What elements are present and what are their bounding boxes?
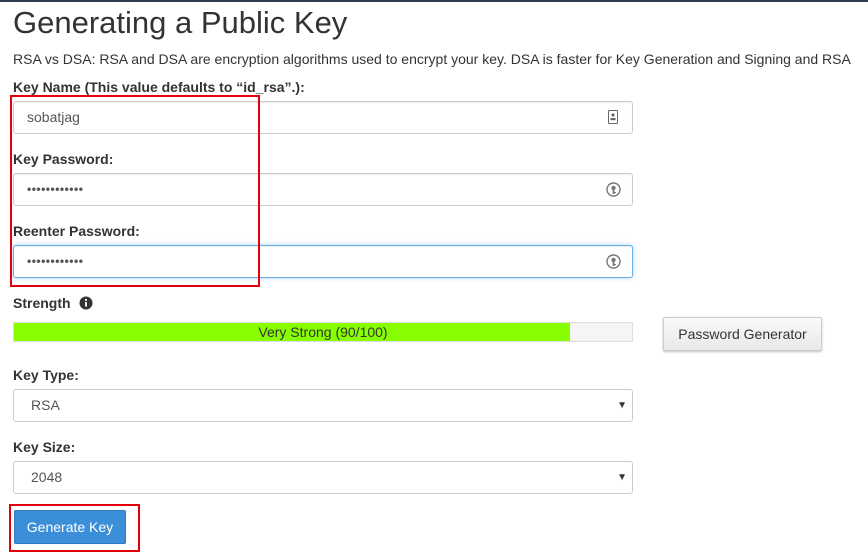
reenter-password-label: Reenter Password: (13, 223, 140, 239)
key-size-label: Key Size: (13, 439, 76, 455)
password-generator-button[interactable]: Password Generator (663, 317, 822, 351)
strength-label: Strength (13, 295, 71, 311)
strength-meter: Very Strong (90/100) (13, 322, 633, 342)
generate-public-key-page: Generating a Public Key RSA vs DSA: RSA … (0, 0, 868, 558)
info-circle-icon[interactable] (79, 296, 93, 314)
key-reveal-icon[interactable] (606, 254, 621, 269)
generate-key-button[interactable]: Generate Key (14, 510, 126, 544)
chevron-down-icon: ▼ (617, 472, 627, 483)
key-name-value: sobatjag (27, 109, 80, 125)
reenter-password-input[interactable]: •••••••••••• (13, 245, 633, 278)
chevron-down-icon: ▼ (617, 400, 627, 411)
key-name-input[interactable]: sobatjag (13, 101, 633, 134)
strength-meter-text: Very Strong (90/100) (258, 324, 388, 340)
key-type-select[interactable]: RSA ▼ (13, 389, 633, 422)
reenter-password-value: •••••••••••• (27, 254, 84, 268)
key-type-selected: RSA (31, 397, 60, 413)
top-border (0, 0, 868, 2)
key-type-label: Key Type: (13, 367, 79, 383)
key-reveal-icon[interactable] (606, 182, 621, 197)
key-password-label: Key Password: (13, 151, 114, 167)
key-password-input[interactable]: •••••••••••• (13, 173, 633, 206)
strength-label-row: Strength (13, 294, 93, 314)
intro-text: RSA vs DSA: RSA and DSA are encryption a… (13, 51, 851, 67)
key-password-value: •••••••••••• (27, 182, 84, 196)
key-size-select[interactable]: 2048 ▼ (13, 461, 633, 494)
key-name-label: Key Name (This value defaults to “id_rsa… (13, 79, 305, 95)
page-title: Generating a Public Key (13, 5, 348, 40)
key-size-selected: 2048 (31, 469, 63, 485)
contact-card-icon (606, 110, 620, 124)
